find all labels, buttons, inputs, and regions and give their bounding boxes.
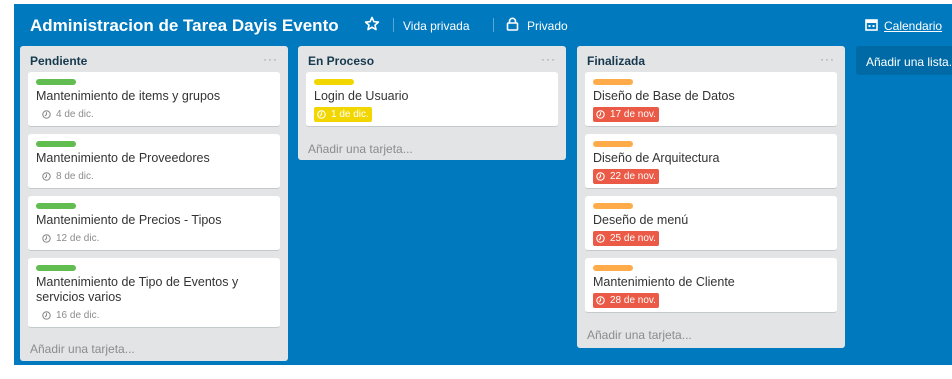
- add-list-label: Añadir una lista...: [866, 55, 952, 69]
- add-card-button[interactable]: Añadir una tarjeta...: [587, 328, 692, 342]
- card[interactable]: Mantenimiento de Proveedores 8 de dic.: [28, 134, 280, 189]
- due-date-text: 25 de nov.: [610, 233, 656, 244]
- due-date-badge: 25 de nov.: [593, 231, 659, 246]
- list-menu-button[interactable]: ···: [541, 52, 556, 66]
- card-title: Mantenimiento de Proveedores: [36, 151, 210, 165]
- card-title: Diseño de Base de Datos: [593, 89, 735, 103]
- board-title[interactable]: Administracion de Tarea Dayis Evento: [30, 16, 339, 36]
- clock-icon: [596, 172, 605, 181]
- bottom-margin: [0, 365, 952, 379]
- clock-icon: [596, 234, 605, 243]
- due-date-text: 28 de nov.: [610, 295, 656, 306]
- header-separator: [393, 18, 394, 32]
- card-label-orange: [593, 265, 633, 271]
- clock-icon: [596, 110, 605, 119]
- card-label-green: [36, 265, 76, 271]
- due-date-text: 16 de dic.: [56, 310, 100, 321]
- list-menu-button[interactable]: ···: [820, 52, 835, 66]
- card-label-green: [36, 79, 76, 85]
- clock-icon: [317, 110, 326, 119]
- list-en-proceso: En Proceso ··· Login de Usuario 1 de dic…: [298, 46, 566, 160]
- star-icon[interactable]: [364, 16, 380, 32]
- card-title: Mantenimiento de Cliente: [593, 275, 735, 289]
- lock-icon: [506, 17, 519, 31]
- clock-icon: [596, 296, 605, 305]
- visibility-button[interactable]: Vida privada: [403, 19, 470, 33]
- list-pendiente: Pendiente ··· Mantenimiento de items y g…: [20, 46, 288, 361]
- card-label-green: [36, 141, 76, 147]
- calendar-link[interactable]: Calendario: [884, 19, 942, 33]
- card-label-yellow: [314, 79, 354, 85]
- header-separator: [493, 18, 494, 32]
- list-menu-button[interactable]: ···: [263, 52, 278, 66]
- due-date-text: 4 de dic.: [56, 109, 94, 120]
- card[interactable]: Diseño de Base de Datos 17 de nov.: [585, 72, 837, 127]
- due-date-text: 22 de nov.: [610, 171, 656, 182]
- due-date-badge: 17 de nov.: [593, 107, 659, 122]
- card-title: Diseño de Arquitectura: [593, 151, 720, 165]
- board-header: Administracion de Tarea Dayis Evento Vid…: [14, 4, 952, 42]
- clock-icon: [42, 234, 51, 243]
- card[interactable]: Login de Usuario 1 de dic.: [306, 72, 558, 127]
- add-card-button[interactable]: Añadir una tarjeta...: [308, 142, 413, 156]
- due-date-text: 1 de dic.: [331, 109, 369, 120]
- due-date-badge: 28 de nov.: [593, 293, 659, 308]
- card-title: Deseño de menú: [593, 213, 689, 227]
- card-label-orange: [593, 141, 633, 147]
- card-title: Mantenimiento de Precios - Tipos: [36, 213, 222, 227]
- card[interactable]: Mantenimiento de Precios - Tipos 12 de d…: [28, 196, 280, 251]
- card-label-orange: [593, 203, 633, 209]
- due-date-badge: 22 de nov.: [593, 169, 659, 184]
- card-label-green: [36, 203, 76, 209]
- card[interactable]: Mantenimiento de Tipo de Eventos y servi…: [28, 258, 280, 328]
- calendar-icon[interactable]: [865, 18, 878, 31]
- due-date-badge: 8 de dic.: [36, 169, 97, 184]
- list-title[interactable]: Pendiente: [30, 54, 87, 68]
- list-title[interactable]: Finalizada: [587, 54, 645, 68]
- clock-icon: [42, 172, 51, 181]
- card[interactable]: Diseño de Arquitectura 22 de nov.: [585, 134, 837, 189]
- card-label-orange: [593, 79, 633, 85]
- clock-icon: [42, 311, 51, 320]
- due-date-badge: 1 de dic.: [314, 107, 372, 122]
- due-date-badge: 16 de dic.: [36, 308, 102, 323]
- card[interactable]: Mantenimiento de items y grupos 4 de dic…: [28, 72, 280, 127]
- add-card-button[interactable]: Añadir una tarjeta...: [30, 342, 135, 356]
- list-title[interactable]: En Proceso: [308, 54, 374, 68]
- board: Administracion de Tarea Dayis Evento Vid…: [0, 0, 952, 379]
- due-date-badge: 12 de dic.: [36, 231, 102, 246]
- due-date-text: 8 de dic.: [56, 171, 94, 182]
- privacy-button[interactable]: Privado: [527, 19, 568, 33]
- add-list-button[interactable]: Añadir una lista...: [856, 46, 952, 75]
- clock-icon: [42, 110, 51, 119]
- card[interactable]: Deseño de menú 25 de nov.: [585, 196, 837, 251]
- due-date-text: 12 de dic.: [56, 233, 100, 244]
- list-finalizada: Finalizada ··· Diseño de Base de Datos 1…: [577, 46, 845, 348]
- card-title: Login de Usuario: [314, 89, 409, 103]
- card-title: Mantenimiento de items y grupos: [36, 89, 221, 103]
- due-date-text: 17 de nov.: [610, 109, 656, 120]
- card-title: Mantenimiento de Tipo de Eventos y servi…: [36, 275, 239, 304]
- due-date-badge: 4 de dic.: [36, 107, 97, 122]
- card[interactable]: Mantenimiento de Cliente 28 de nov.: [585, 258, 837, 313]
